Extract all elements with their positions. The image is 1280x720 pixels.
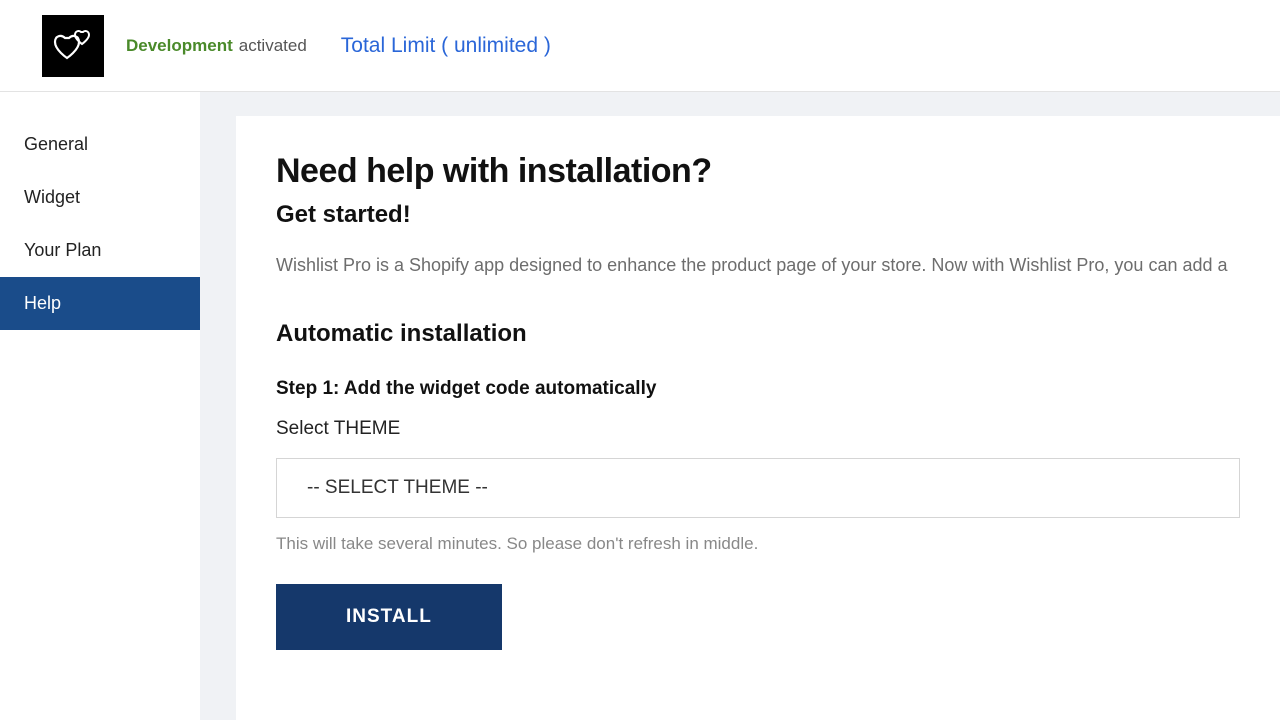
sidebar-item-help[interactable]: Help bbox=[0, 277, 200, 330]
app-logo bbox=[42, 15, 104, 77]
page-description: Wishlist Pro is a Shopify app designed t… bbox=[276, 255, 1240, 276]
install-note: This will take several minutes. So pleas… bbox=[276, 534, 1240, 554]
sidebar-item-label: General bbox=[24, 134, 88, 154]
sidebar-item-general[interactable]: General bbox=[0, 118, 200, 171]
total-limit-link[interactable]: Total Limit ( unlimited ) bbox=[341, 34, 551, 58]
sidebar-item-label: Your Plan bbox=[24, 240, 101, 260]
status-block: Development activated bbox=[126, 36, 307, 56]
status-dev-label: Development bbox=[126, 36, 233, 56]
select-theme-label: Select THEME bbox=[276, 418, 1240, 440]
sidebar-item-your-plan[interactable]: Your Plan bbox=[0, 224, 200, 277]
page-title: Need help with installation? bbox=[276, 152, 1240, 191]
content-area: Need help with installation? Get started… bbox=[200, 92, 1280, 720]
sidebar-item-widget[interactable]: Widget bbox=[0, 171, 200, 224]
sidebar-item-label: Widget bbox=[24, 187, 80, 207]
page-subtitle: Get started! bbox=[276, 201, 1240, 229]
hearts-icon bbox=[51, 24, 95, 68]
sidebar: General Widget Your Plan Help bbox=[0, 92, 200, 720]
theme-select[interactable]: -- SELECT THEME -- bbox=[276, 458, 1240, 518]
auto-install-heading: Automatic installation bbox=[276, 320, 1240, 348]
theme-select-placeholder: -- SELECT THEME -- bbox=[307, 477, 488, 498]
install-button[interactable]: INSTALL bbox=[276, 584, 502, 650]
status-activated-label: activated bbox=[239, 36, 307, 56]
top-header: Development activated Total Limit ( unli… bbox=[0, 0, 1280, 92]
step-1-label: Step 1: Add the widget code automaticall… bbox=[276, 378, 1240, 400]
sidebar-item-label: Help bbox=[24, 293, 61, 313]
help-panel: Need help with installation? Get started… bbox=[236, 116, 1280, 720]
